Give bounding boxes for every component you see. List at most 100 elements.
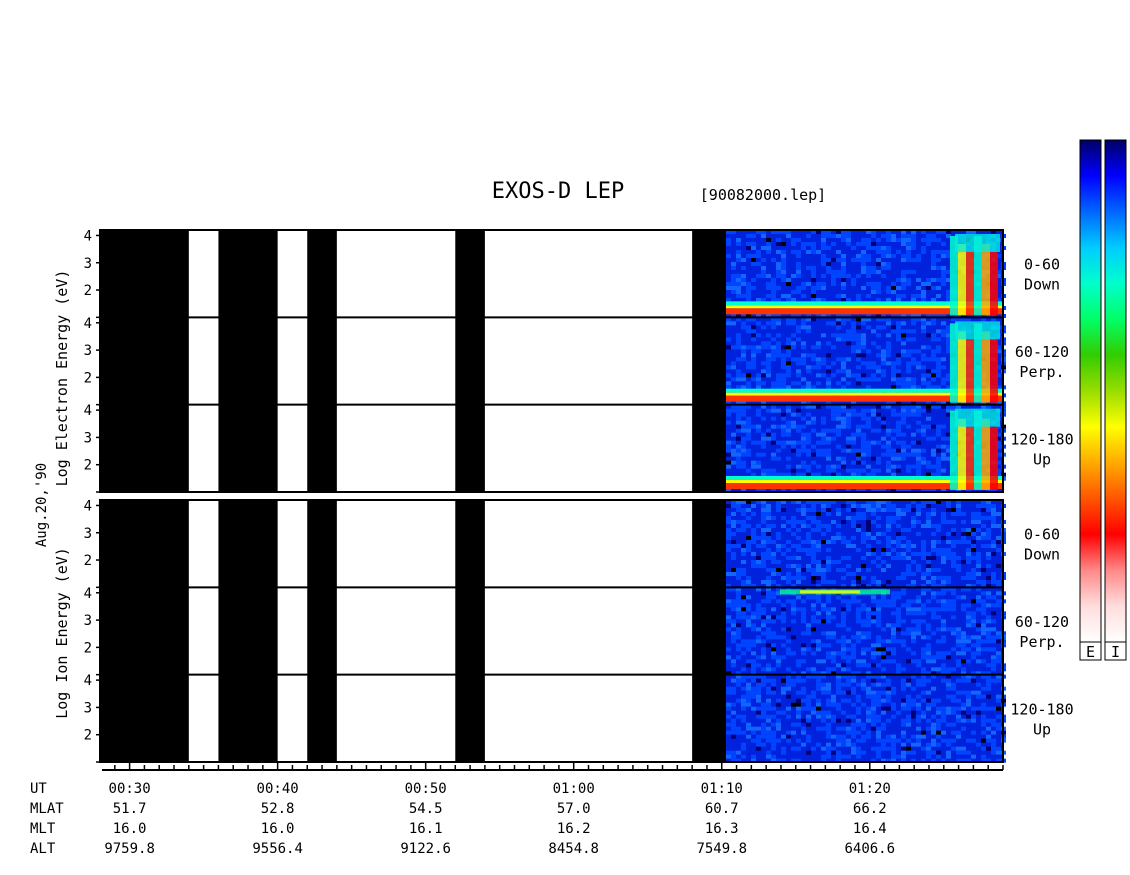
spectrogram-cell [746, 282, 751, 286]
spectrogram-cell [991, 552, 996, 556]
spectrogram-cell [886, 694, 891, 699]
spectrogram-cell [776, 572, 781, 576]
spectrogram-cell [856, 412, 861, 417]
spectrogram-cell [756, 714, 761, 719]
spectrogram-cell [776, 698, 781, 703]
spectrogram-cell [796, 544, 801, 548]
spectrogram-cell [806, 722, 811, 727]
spectrogram-cell [931, 544, 936, 548]
spectrogram-cell [856, 274, 861, 278]
spectrogram-cell [756, 412, 761, 417]
spectrogram-cell [876, 639, 881, 644]
spectrogram-cell [771, 353, 776, 358]
spectrogram-cell [766, 341, 771, 346]
spectrogram-cell [806, 631, 811, 636]
spectrogram-cell [866, 619, 871, 624]
spectrogram-cell [926, 754, 931, 759]
spectrogram-cell [826, 651, 831, 656]
spectrogram-cell [776, 321, 781, 326]
spectrogram-cell [841, 682, 846, 687]
spectrogram-cell [951, 603, 956, 608]
spectrogram-cell [921, 682, 926, 687]
spectrogram-cell [776, 615, 781, 620]
spectrogram-cell [806, 464, 811, 469]
spectrogram-cell [901, 754, 906, 759]
channel-sublabel: Down [1024, 276, 1060, 294]
spectrogram-cell [741, 651, 746, 656]
spectrogram-cell [811, 242, 816, 246]
spectrogram-cell [931, 250, 936, 254]
spectrogram-cell [901, 341, 906, 346]
spectrogram-cell [741, 552, 746, 556]
spectrogram-cell [731, 726, 736, 731]
spectrogram-cell [736, 254, 741, 258]
spectrogram-cell [841, 274, 846, 278]
spectrogram-cell [951, 599, 956, 604]
spectrogram-cell [896, 361, 901, 366]
spectrogram-cell [886, 353, 891, 358]
spectrogram-cell [746, 722, 751, 727]
spectrogram-cell [776, 726, 781, 731]
spectrogram-cell [901, 730, 906, 735]
spectrogram-cell [931, 234, 936, 238]
spectrogram-cell [871, 552, 876, 556]
spectrogram-cell [826, 667, 831, 672]
spectrogram-cell [936, 615, 941, 620]
spectrogram-cell [936, 576, 941, 580]
spectrogram-cell [981, 647, 986, 652]
spectrogram-cell [871, 504, 876, 508]
channel-sublabel: Up [1033, 450, 1051, 468]
spectrogram-cell [906, 750, 911, 755]
spectrogram-cell [836, 536, 841, 540]
spectrogram-cell [776, 710, 781, 715]
spectrogram-cell [841, 698, 846, 703]
spectrogram-cell [871, 428, 876, 433]
y-tick-label: 3 [84, 430, 92, 446]
spectrogram-cell [996, 512, 1001, 516]
spectrogram-cell [761, 369, 766, 374]
y-tick-label: 4 [84, 586, 92, 602]
spectrogram-cell [811, 365, 816, 370]
spectrogram-cell [906, 246, 911, 250]
spectrogram-cell [736, 627, 741, 632]
spectrogram-cell [836, 325, 841, 330]
spectrogram-cell [786, 639, 791, 644]
spectrogram-cell [911, 560, 916, 564]
spectrogram-cell [936, 742, 941, 747]
spectrogram-cell [811, 444, 816, 449]
spectrogram-burst [990, 252, 998, 316]
spectrogram-cell [951, 698, 956, 703]
spectrogram-cell [896, 357, 901, 362]
spectrogram-cell [856, 349, 861, 354]
spectrogram-cell [781, 373, 786, 378]
spectrogram-cell [846, 730, 851, 735]
spectrogram-cell [786, 528, 791, 532]
spectrogram-cell [816, 686, 821, 691]
spectrogram-cell [806, 718, 811, 723]
spectrogram-cell [996, 631, 1001, 636]
spectrogram-cell [926, 746, 931, 751]
spectrogram-cell [971, 512, 976, 516]
spectrogram-cell [806, 568, 811, 572]
spectrogram-cell [936, 548, 941, 552]
spectrogram-cell [941, 456, 946, 461]
spectrogram-cell [876, 270, 881, 274]
spectrogram-cell [896, 508, 901, 512]
spectrogram-cell [751, 726, 756, 731]
spectrogram-cell [766, 504, 771, 508]
spectrogram-cell [831, 718, 836, 723]
spectrogram-cell [931, 452, 936, 457]
spectrogram-cell [911, 294, 916, 298]
spectrogram-cell [801, 611, 806, 616]
spectrogram-cell [996, 580, 1001, 584]
spectrogram-cell [726, 647, 731, 652]
spectrogram-cell [851, 504, 856, 508]
spectrogram-cell [791, 444, 796, 449]
spectrogram-cell [801, 524, 806, 528]
spectrogram-cell [806, 516, 811, 520]
spectrogram-cell [996, 603, 1001, 608]
spectrogram-cell [736, 623, 741, 628]
spectrogram-cell [831, 694, 836, 699]
spectrogram-cell [761, 619, 766, 624]
spectrogram-cell [946, 678, 951, 683]
